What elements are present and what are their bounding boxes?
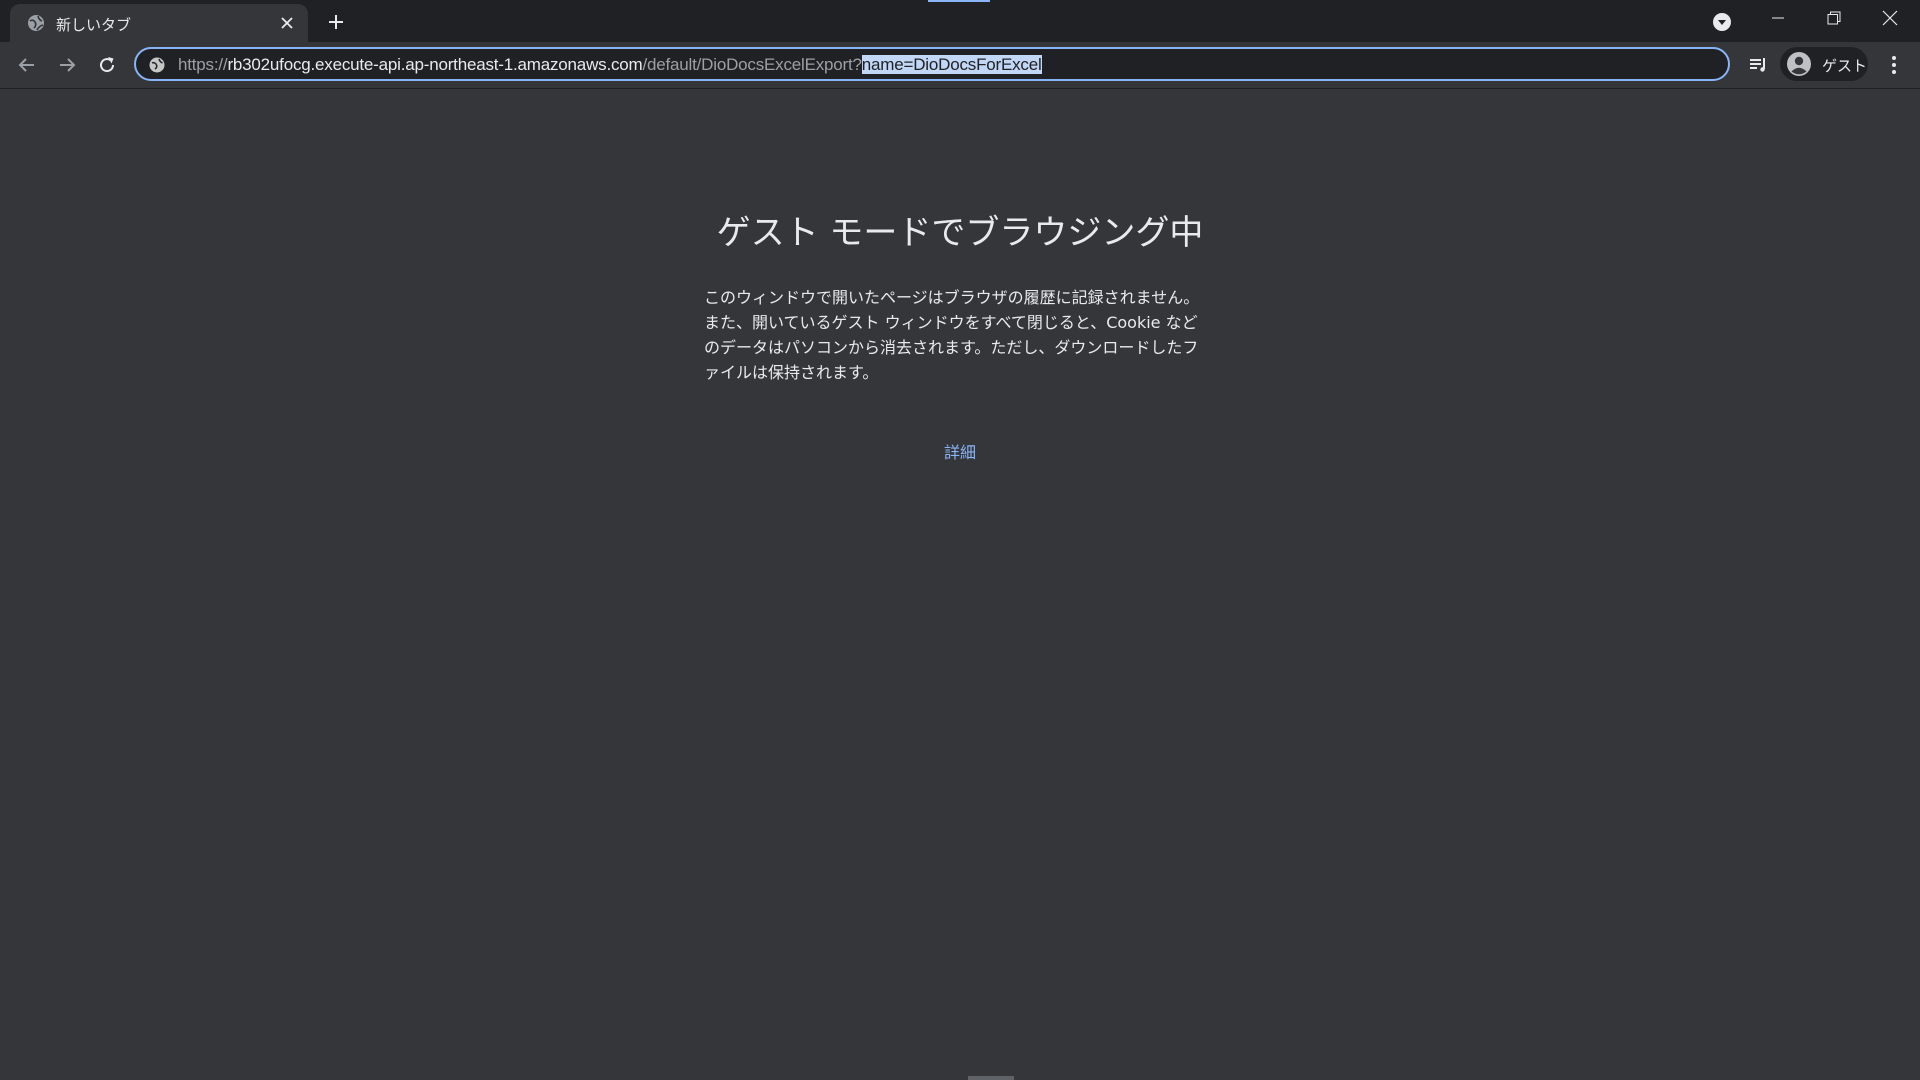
address-bar[interactable]: https://rb302ufocg.execute-api.ap-northe… bbox=[134, 47, 1730, 81]
forward-arrow-icon[interactable] bbox=[51, 49, 83, 81]
guest-mode-page: ゲスト モードでブラウジング中 このウィンドウで開いたページはブラウザの履歴に記… bbox=[0, 89, 1920, 1080]
reading-list-icon[interactable] bbox=[1742, 49, 1774, 81]
minimize-icon[interactable] bbox=[1750, 0, 1806, 36]
plus-icon[interactable] bbox=[322, 8, 350, 36]
tab-new-tab[interactable]: 新しいタブ bbox=[10, 4, 308, 42]
back-arrow-icon[interactable] bbox=[11, 49, 43, 81]
page-title: ゲスト モードでブラウジング中 bbox=[716, 213, 1204, 253]
url-host: rb302ufocg.execute-api.ap-northeast-1.am… bbox=[227, 55, 643, 74]
globe-icon bbox=[26, 13, 46, 33]
profile-label: ゲスト bbox=[1822, 57, 1868, 75]
guest-mode-description: このウィンドウで開いたページはブラウザの履歴に記録されません。また、開いているゲ… bbox=[704, 288, 1200, 382]
tab-title: 新しいタブ bbox=[56, 16, 132, 34]
scroll-handle bbox=[968, 1076, 1014, 1080]
close-icon[interactable] bbox=[276, 12, 298, 34]
restore-icon[interactable] bbox=[1806, 0, 1862, 36]
kebab-menu-icon[interactable] bbox=[1878, 49, 1910, 81]
reload-icon[interactable] bbox=[91, 49, 123, 81]
url-scheme: https:// bbox=[178, 55, 228, 74]
profile-button[interactable]: ゲスト bbox=[1780, 47, 1868, 81]
learn-more-link[interactable]: 詳細 bbox=[0, 439, 1920, 463]
tab-strip: 新しいタブ bbox=[0, 0, 1920, 42]
url-text[interactable]: https://rb302ufocg.execute-api.ap-northe… bbox=[178, 55, 1042, 75]
url-selected-query: name=DioDocsForExcel bbox=[861, 55, 1042, 74]
url-path: /default/DioDocsExcelExport? bbox=[642, 55, 862, 74]
close-window-icon[interactable] bbox=[1862, 0, 1918, 36]
toolbar: https://rb302ufocg.execute-api.ap-northe… bbox=[0, 42, 1920, 89]
site-info-icon[interactable] bbox=[148, 56, 166, 74]
drag-indicator bbox=[928, 0, 990, 2]
account-circle-icon bbox=[1786, 51, 1812, 77]
tab-search-icon[interactable] bbox=[1710, 10, 1734, 34]
